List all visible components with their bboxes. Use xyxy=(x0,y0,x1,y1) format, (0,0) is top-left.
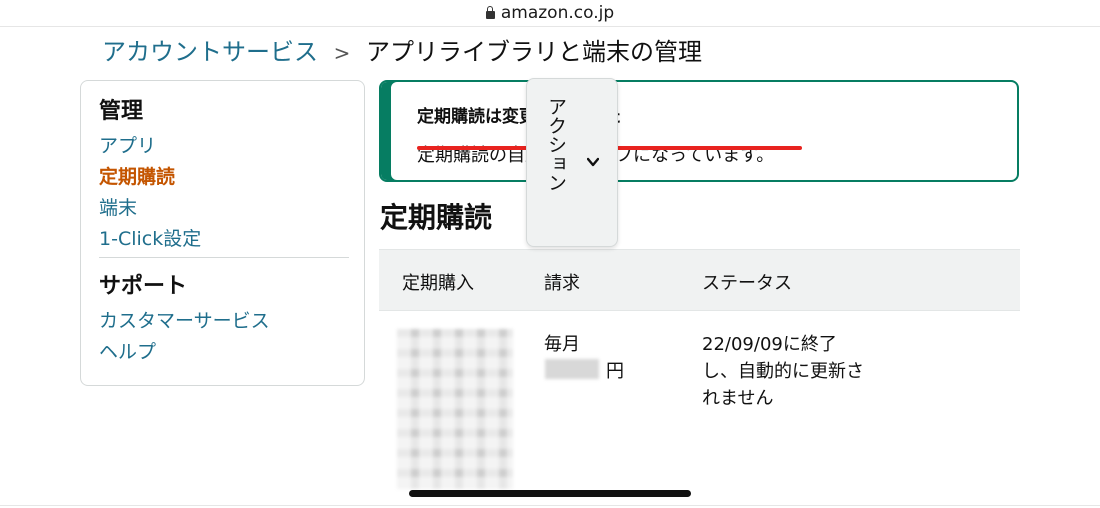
url-bar[interactable]: amazon.co.jp xyxy=(0,0,1100,26)
home-indicator[interactable] xyxy=(409,490,691,497)
sidebar-item-apps[interactable]: アプリ xyxy=(99,131,346,162)
url-text: amazon.co.jp xyxy=(500,3,615,23)
redacted-price xyxy=(545,359,599,379)
sidebar: 管理 アプリ 定期購読 端末 1-Click設定 サポート カスタマーサービス … xyxy=(80,80,365,386)
sidebar-item-customer-service[interactable]: カスタマーサービス xyxy=(99,306,346,337)
sidebar-manage-title: 管理 xyxy=(99,99,144,124)
chevron-down-icon xyxy=(587,157,599,167)
url-bar-divider xyxy=(0,26,1100,27)
breadcrumb-current: アプリライブラリと端末の管理 xyxy=(366,38,703,66)
sidebar-item-devices[interactable]: 端末 xyxy=(99,193,346,224)
column-header-status: ステータス xyxy=(702,273,792,294)
lock-icon xyxy=(485,6,495,19)
sidebar-item-subscriptions[interactable]: 定期購読 xyxy=(99,162,346,193)
bottom-divider xyxy=(0,505,1100,506)
sidebar-support-title: サポート xyxy=(99,274,188,299)
breadcrumb: アカウントサービス > アプリライブラリと端末の管理 xyxy=(102,32,702,67)
sidebar-divider xyxy=(99,257,349,258)
table-row: 毎月 円 22/09/09に終了し、自動的に更新されません xyxy=(379,311,1020,508)
sidebar-item-help[interactable]: ヘルプ xyxy=(99,337,346,368)
column-header-item: 定期購入 xyxy=(402,273,474,294)
billing-currency: 円 xyxy=(606,361,624,382)
table-header: 定期購入 請求 ステータス xyxy=(379,249,1020,311)
action-dropdown-button[interactable]: アクション xyxy=(526,78,618,247)
page-title: 定期購読 xyxy=(380,201,493,234)
billing-period: 毎月 xyxy=(544,334,580,355)
redacted-item-image xyxy=(397,329,513,489)
alert-title: 定期購読は変更されました xyxy=(417,107,621,127)
page: amazon.co.jp アカウントサービス > アプリライブラリと端末の管理 … xyxy=(0,0,1100,508)
status-cell: 22/09/09に終了し、自動的に更新されません xyxy=(702,334,864,409)
subscriptions-table: 定期購入 請求 ステータス 毎月 円 22/09/09に終了し、自動的に更新され… xyxy=(379,249,1020,508)
sidebar-item-1click-settings[interactable]: 1-Click設定 xyxy=(99,224,346,255)
action-button-label: アクション xyxy=(545,97,567,192)
success-alert: 定期購読は変更されました 定期購読の自動更新はオフになっています。 xyxy=(379,80,1019,182)
column-header-billing: 請求 xyxy=(544,273,580,294)
breadcrumb-separator: > xyxy=(333,41,351,65)
breadcrumb-account-services-link[interactable]: アカウントサービス xyxy=(102,38,318,66)
